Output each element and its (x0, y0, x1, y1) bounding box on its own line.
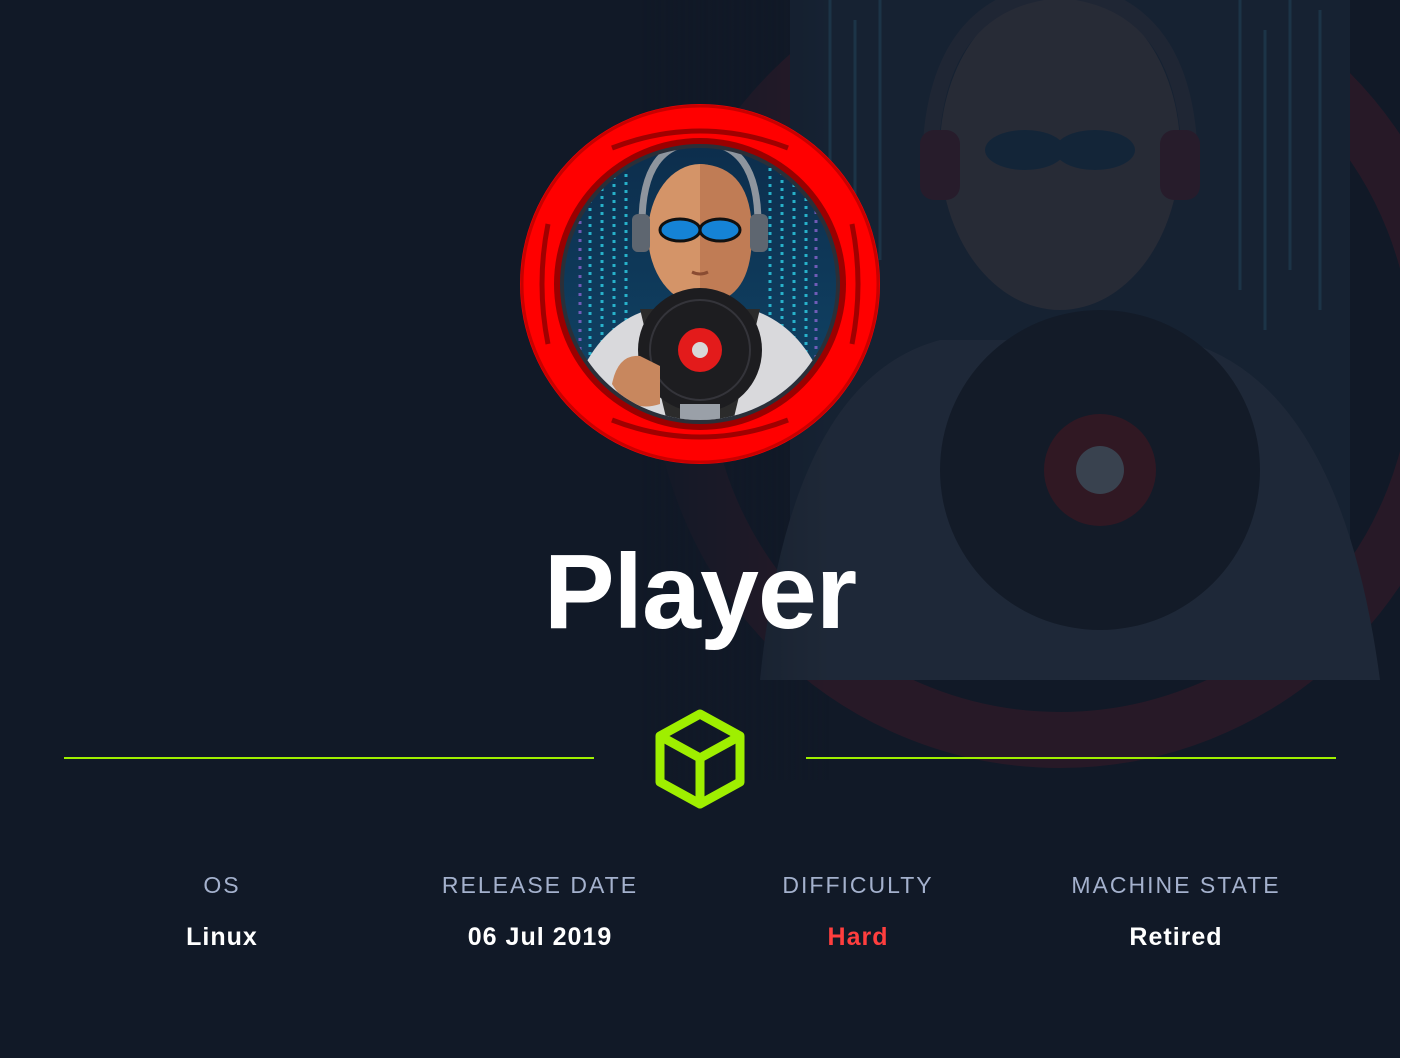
info-difficulty: DIFFICULTY Hard (699, 870, 1017, 952)
info-os: OS Linux (63, 870, 381, 952)
info-value-difficulty: Hard (827, 923, 889, 951)
info-value-os: Linux (186, 923, 258, 951)
info-label-release-date: RELEASE DATE (441, 872, 639, 898)
info-release-date: RELEASE DATE 06 Jul 2019 (381, 870, 699, 952)
info-value-machine-state: Retired (1129, 923, 1223, 951)
divider-line-left (64, 757, 594, 759)
cube-icon (655, 709, 745, 809)
info-label-machine-state: MACHINE STATE (1071, 872, 1281, 898)
info-machine-state: MACHINE STATE Retired (1017, 870, 1335, 952)
divider-line-right (806, 757, 1336, 759)
info-value-release-date: 06 Jul 2019 (467, 923, 613, 951)
info-label-os: OS (203, 872, 241, 898)
player-avatar (520, 104, 880, 464)
machine-name: Player (543, 533, 857, 651)
info-label-difficulty: DIFFICULTY (782, 872, 934, 898)
machine-card: Player OS Linux RELEASE DATE 06 Jul 2019… (0, 0, 1400, 1058)
